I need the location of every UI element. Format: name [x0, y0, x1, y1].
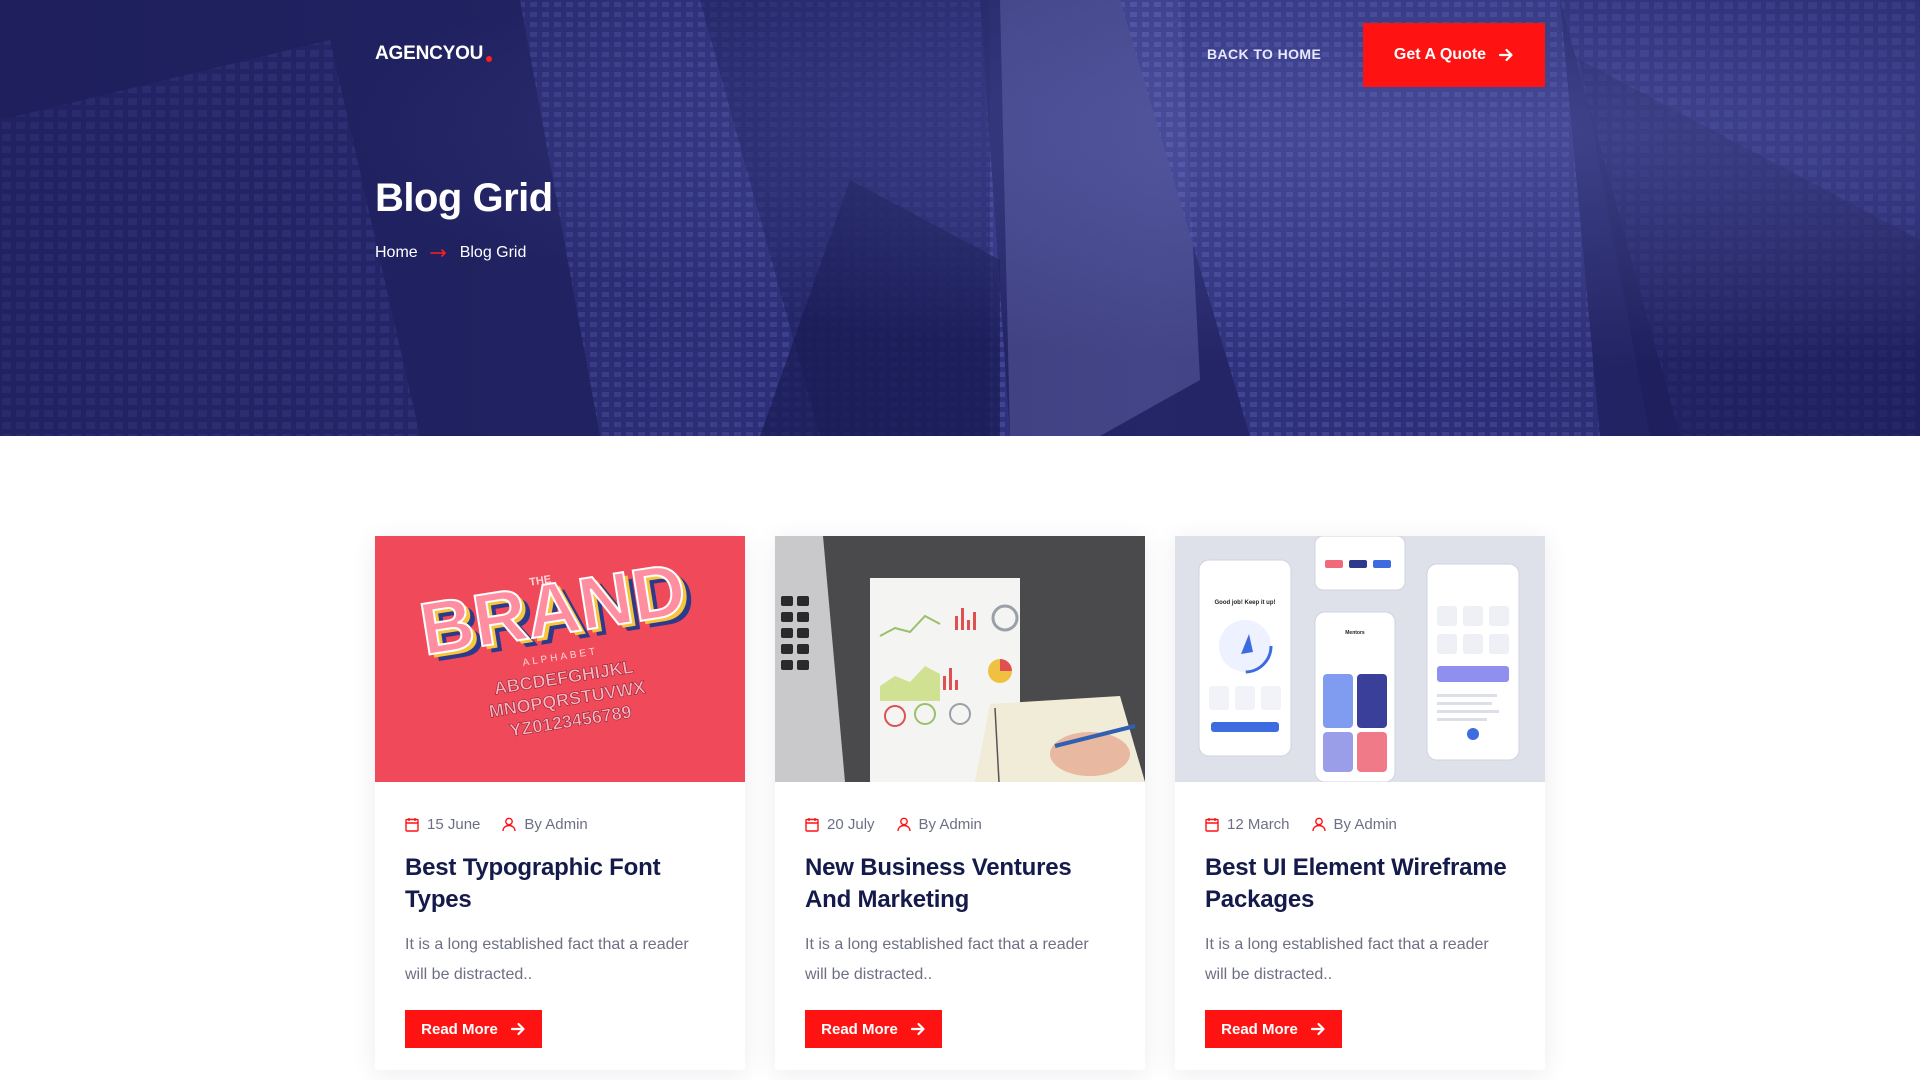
breadcrumb-arrow-icon	[429, 248, 448, 258]
get-a-quote-button[interactable]: Get A Quote	[1363, 23, 1545, 87]
post-meta: 20 July By Admin	[805, 814, 1115, 834]
read-more-label: Read More	[821, 1020, 898, 1038]
post-date: 15 June	[405, 816, 480, 833]
post-excerpt: It is a long established fact that a rea…	[405, 936, 689, 983]
post-author: By Admin	[896, 815, 982, 833]
post-date: 20 July	[805, 816, 875, 833]
read-more-label: Read More	[421, 1020, 498, 1038]
post-date-text: 20 July	[827, 815, 875, 833]
breadcrumb-current: Blog Grid	[459, 244, 527, 261]
user-icon	[896, 817, 911, 831]
read-more-label: Read More	[1221, 1020, 1298, 1038]
svg-text:Good job! Keep it up!: Good job! Keep it up!	[1215, 600, 1276, 606]
post-title[interactable]: New Business Ventures And Marketing	[805, 852, 1115, 916]
read-more-button[interactable]: Read More	[405, 1010, 542, 1048]
arrow-right-icon	[1498, 47, 1514, 63]
brand-typography-image[interactable]: THE BRAND BRAND BRAND ALPHABET ABCDEFGHI…	[375, 536, 745, 782]
back-to-home-link[interactable]: BACK TO HOME	[1207, 44, 1321, 64]
calendar-icon	[405, 817, 419, 832]
read-more-button[interactable]: Read More	[805, 1010, 942, 1048]
read-more-button[interactable]: Read More	[1205, 1010, 1342, 1048]
post-title[interactable]: Best UI Element Wireframe Packages	[1205, 852, 1515, 916]
calendar-icon	[1205, 817, 1219, 832]
post-author-text: By Admin	[918, 815, 982, 833]
ui-wireframe-image[interactable]: Good job! Keep it up! Mentors	[1175, 536, 1545, 782]
breadcrumb: Home Blog Grid	[375, 243, 526, 263]
calendar-icon	[805, 817, 819, 832]
get-a-quote-label: Get A Quote	[1393, 46, 1487, 63]
page-hero: AGENCYOU BACK TO HOME Get A Quote Blog G…	[0, 0, 1920, 436]
post-author: By Admin	[1311, 815, 1397, 833]
arrow-right-icon	[1310, 1021, 1326, 1037]
breadcrumb-home-link[interactable]: Home	[375, 243, 418, 263]
user-icon	[1311, 817, 1326, 831]
business-charts-image[interactable]	[775, 536, 1145, 782]
page-title: Blog Grid	[375, 176, 553, 220]
post-author-text: By Admin	[1333, 815, 1397, 833]
card-body: 12 March By Admin Best UI Element Wirefr…	[1175, 782, 1545, 1048]
post-author: By Admin	[502, 815, 588, 833]
logo-text: AGENCYOU	[375, 43, 484, 64]
post-excerpt: It is a long established fact that a rea…	[805, 936, 1089, 983]
blog-card: Good job! Keep it up! Mentors 12 March B…	[1175, 536, 1545, 1070]
post-date: 12 March	[1205, 816, 1290, 833]
post-meta: 12 March By Admin	[1205, 814, 1515, 834]
top-navigation: AGENCYOU BACK TO HOME Get A Quote	[0, 0, 1920, 110]
post-title[interactable]: Best Typographic Font Types	[405, 852, 715, 916]
blog-card: 20 July By Admin New Business Ventures A…	[775, 536, 1145, 1070]
logo-dot	[486, 56, 493, 62]
post-meta: 15 June By Admin	[405, 814, 715, 834]
card-body: 15 June By Admin Best Typographic Font T…	[375, 782, 745, 1048]
svg-text:Mentors: Mentors	[1345, 630, 1365, 636]
blog-grid: THE BRAND BRAND BRAND ALPHABET ABCDEFGHI…	[375, 536, 1545, 1070]
post-author-text: By Admin	[524, 815, 588, 833]
arrow-right-icon	[510, 1021, 526, 1037]
post-excerpt: It is a long established fact that a rea…	[1205, 936, 1489, 983]
user-icon	[502, 817, 517, 831]
blog-card: THE BRAND BRAND BRAND ALPHABET ABCDEFGHI…	[375, 536, 745, 1070]
post-date-text: 15 June	[427, 815, 481, 833]
site-logo[interactable]: AGENCYOU	[375, 42, 493, 66]
arrow-right-icon	[910, 1021, 926, 1037]
card-body: 20 July By Admin New Business Ventures A…	[775, 782, 1145, 1048]
post-date-text: 12 March	[1227, 815, 1290, 833]
